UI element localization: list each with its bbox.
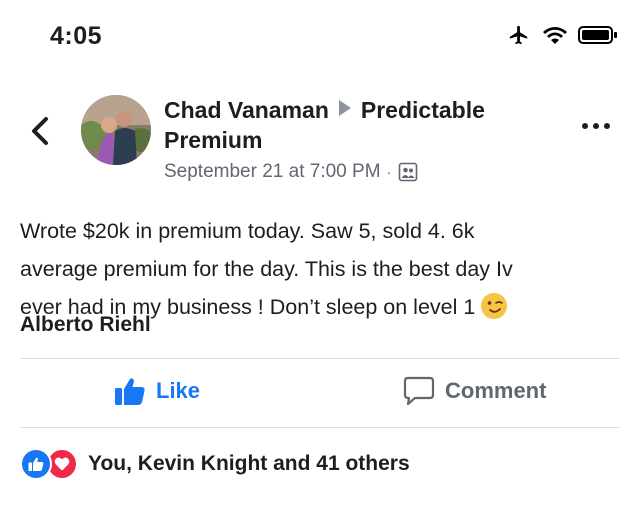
tagged-user[interactable]: Alberto Riehl [20, 313, 151, 337]
status-time: 4:05 [50, 22, 103, 50]
reactions-text: You, Kevin Knight and 41 others [88, 452, 410, 475]
avatar-photo [81, 95, 151, 165]
wink-emoji [481, 293, 508, 319]
like-label: Like [156, 378, 201, 403]
post-header: Chad Vanaman Predictable Premium Septembe… [164, 95, 554, 183]
members-icon [398, 162, 417, 182]
like-button[interactable]: Like [114, 376, 200, 406]
airplane-icon [509, 25, 528, 45]
like-reaction-icon [20, 448, 52, 480]
post-body-line: Wrote $20k in premium today. Saw 5, sold… [20, 219, 475, 243]
back-icon[interactable] [26, 114, 56, 148]
more-icon[interactable] [582, 116, 616, 136]
divider [20, 358, 620, 359]
post-title: Chad Vanaman Predictable Premium [164, 95, 554, 155]
reactions-summary[interactable]: You, Kevin Knight and 41 others [20, 448, 410, 480]
meta-separator: · [386, 163, 392, 181]
comment-button[interactable]: Comment [403, 376, 546, 406]
wifi-icon [543, 27, 567, 44]
like-icon [115, 378, 145, 405]
post-timestamp[interactable]: September 21 at 7:00 PM [164, 161, 381, 183]
status-icons [506, 24, 618, 46]
battery-icon [578, 26, 617, 44]
post-meta: September 21 at 7:00 PM · [164, 161, 554, 183]
post-body: Wrote $20k in premium today. Saw 5, sold… [20, 212, 620, 326]
comment-label: Comment [445, 378, 547, 403]
comment-icon [403, 376, 435, 406]
divider [20, 427, 620, 428]
author-name[interactable]: Chad Vanaman [164, 97, 329, 123]
arrow-icon [338, 100, 351, 116]
avatar[interactable] [81, 95, 151, 165]
post-body-line: average premium for the day. This is the… [20, 257, 513, 281]
